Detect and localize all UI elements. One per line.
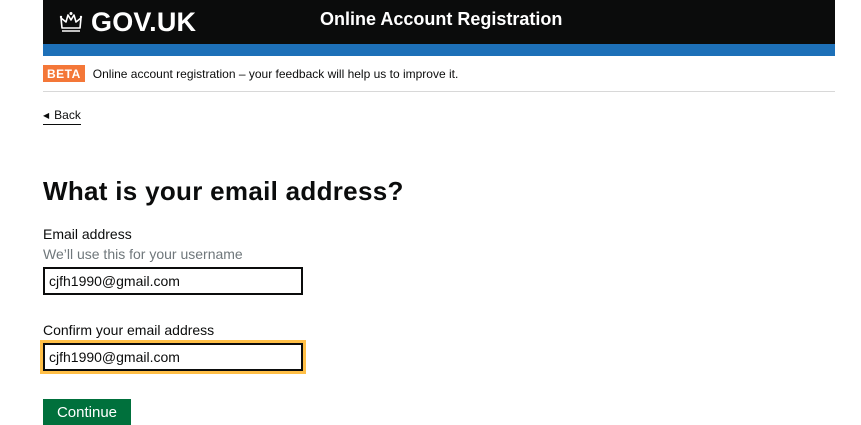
confirm-email-input[interactable] xyxy=(40,340,306,374)
back-link-label: Back xyxy=(54,108,81,122)
beta-tag: BETA xyxy=(43,65,85,82)
header-stripe xyxy=(43,44,835,56)
phase-banner: BETA Online account registration – your … xyxy=(43,65,835,92)
email-label: Email address xyxy=(43,226,132,242)
site-header: GOV.UK Online Account Registration xyxy=(0,0,861,56)
email-input[interactable] xyxy=(43,267,303,295)
confirm-email-label: Confirm your email address xyxy=(43,322,215,338)
back-link[interactable]: ◀ Back xyxy=(43,108,81,125)
back-arrow-icon: ◀ xyxy=(43,111,50,120)
crown-icon xyxy=(59,12,83,32)
email-hint: We’ll use this for your username xyxy=(43,246,243,262)
page-title: What is your email address? xyxy=(43,176,404,206)
service-name[interactable]: Online Account Registration xyxy=(320,9,562,30)
logo-text: GOV.UK xyxy=(91,6,197,37)
continue-button[interactable]: Continue xyxy=(43,399,131,425)
govuk-logo-link[interactable]: GOV.UK xyxy=(59,6,196,38)
phase-banner-text: Online account registration – your feedb… xyxy=(92,67,459,81)
